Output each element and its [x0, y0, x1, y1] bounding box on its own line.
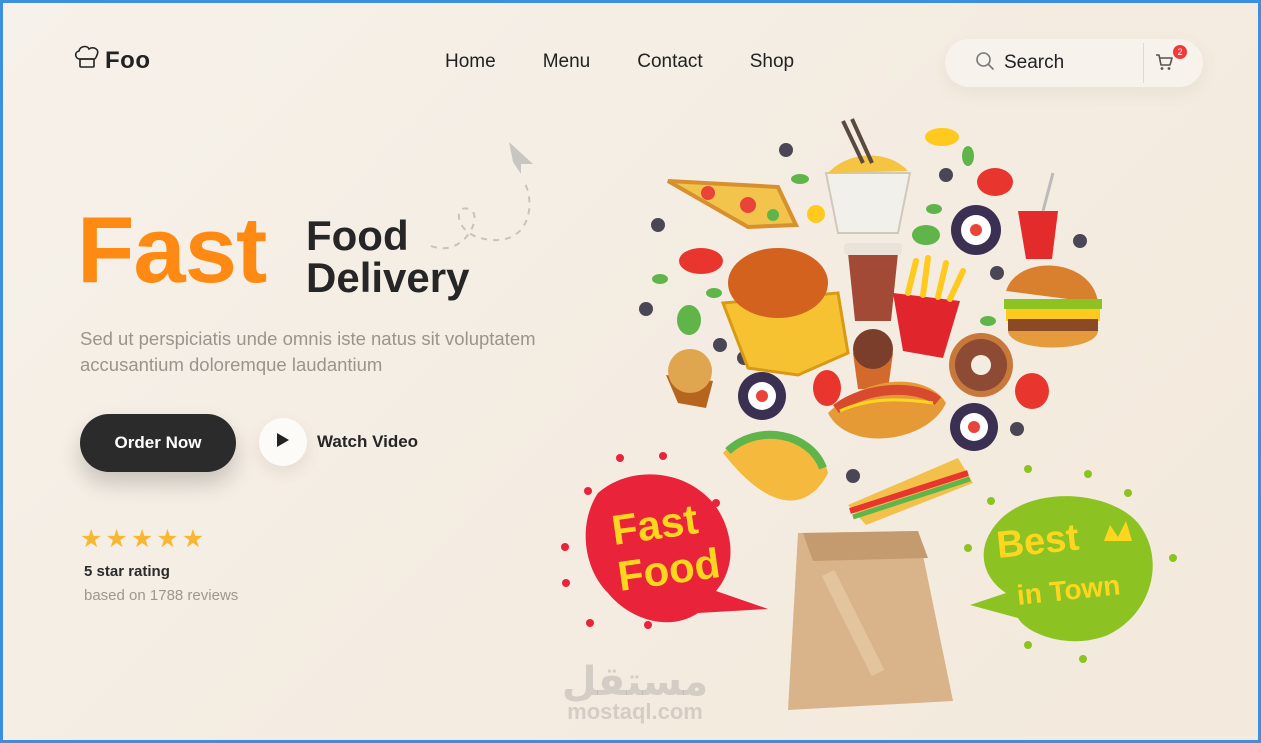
main-nav: Home Menu Contact Shop — [445, 51, 794, 73]
star-icon: ★ — [105, 525, 128, 553]
sandwich — [848, 458, 973, 525]
cart-button[interactable]: 2 — [1155, 45, 1187, 76]
best-in-town-line1: Best — [995, 517, 1082, 567]
search-bar: Search 2 — [945, 39, 1203, 87]
rating-title: 5 star rating — [84, 563, 170, 580]
paper-bag — [788, 531, 953, 710]
hero-title-line1: Food — [306, 212, 409, 259]
play-icon — [276, 432, 290, 453]
nav-home[interactable]: Home — [445, 51, 496, 73]
star-icon: ★ — [181, 525, 205, 553]
cart-count-badge: 2 — [1173, 45, 1187, 59]
burger — [1004, 265, 1102, 348]
watch-video-label: Watch Video — [317, 432, 419, 451]
star-icon: ★ — [156, 525, 179, 553]
cheese-piece — [925, 128, 959, 146]
search-button[interactable]: Search — [975, 51, 1064, 76]
logo[interactable]: Foo — [73, 45, 150, 76]
coffee-cup — [848, 253, 898, 321]
star-icon: ★ — [130, 525, 154, 553]
food-illustration: Fast Food Best in Town — [561, 118, 1177, 710]
nav-contact[interactable]: Contact — [637, 51, 702, 73]
play-button[interactable] — [259, 418, 307, 466]
nav-shop[interactable]: Shop — [750, 51, 794, 73]
watermark: مستقل mostaql.com — [555, 659, 715, 724]
hot-dog — [828, 381, 946, 439]
pizza-slice — [667, 179, 800, 230]
rating-subtitle: based on 1788 reviews — [84, 587, 239, 604]
star-icon: ★ — [80, 525, 103, 553]
watch-video-button[interactable]: Watch Video — [259, 418, 418, 466]
order-now-button[interactable]: Order Now — [80, 414, 236, 472]
best-in-town-badge — [964, 465, 1177, 663]
cheese-piece — [807, 205, 825, 223]
watermark-arabic: مستقل — [561, 659, 709, 705]
soda-cup — [1018, 211, 1058, 259]
cart-icon — [1155, 54, 1173, 75]
hero-description: Sed ut perspiciatis unde omnis iste natu… — [80, 328, 536, 375]
logo-text: Foo — [105, 46, 151, 74]
noodle-box — [824, 172, 912, 234]
nav-menu[interactable]: Menu — [543, 51, 591, 73]
search-divider — [1143, 43, 1144, 83]
watermark-latin: mostaql.com — [567, 699, 703, 724]
page-frame: Foo Home Menu Contact Shop Search 2 Fast… — [0, 0, 1261, 743]
search-icon — [975, 51, 995, 76]
fries-box — [893, 293, 960, 358]
hero-title-line2: Delivery — [306, 254, 470, 301]
dashed-path-decoration — [430, 142, 533, 250]
hero-title-highlight: Fast — [77, 197, 267, 302]
star-rating: ★ ★ ★ ★ ★ — [80, 527, 204, 552]
search-label: Search — [1004, 52, 1065, 73]
chef-hat-icon — [73, 45, 101, 76]
